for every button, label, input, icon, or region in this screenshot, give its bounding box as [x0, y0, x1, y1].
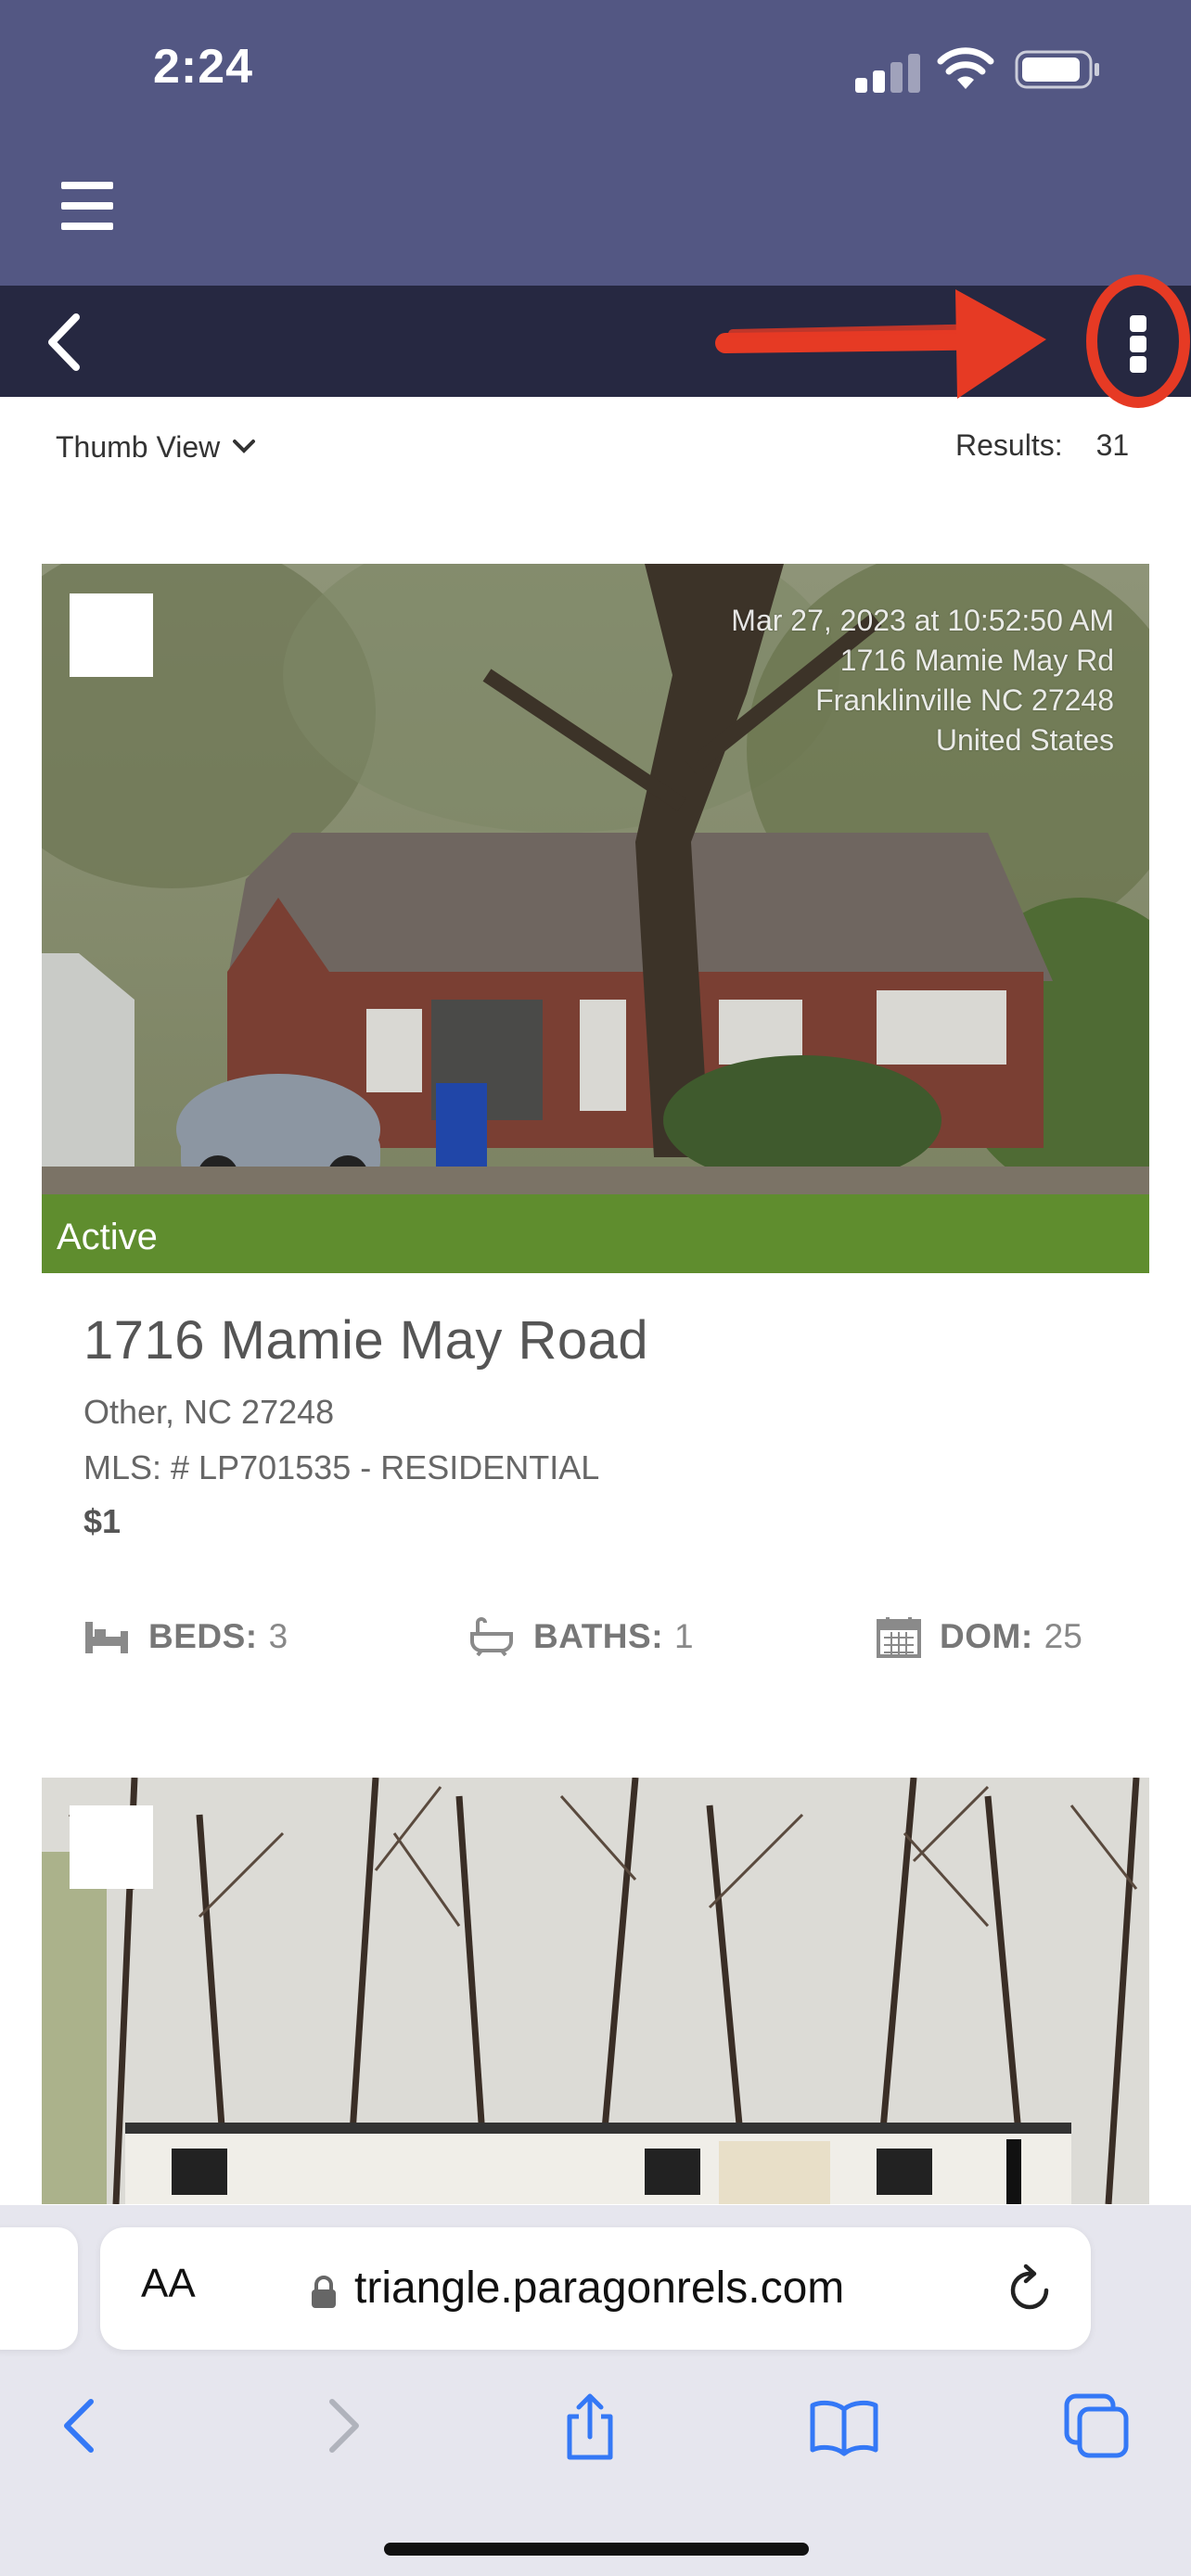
baths-value: 1	[674, 1617, 694, 1655]
mobile-home-photo-illustration	[42, 1778, 1149, 2204]
dom-stat: DOM: 25	[877, 1613, 1082, 1660]
back-arrow-icon[interactable]	[35, 310, 100, 375]
wifi-icon	[937, 47, 994, 89]
browser-back-icon[interactable]	[45, 2389, 119, 2463]
browser-toolbar: AA triangle.paragonrels.com	[0, 2205, 1191, 2576]
select-listing-checkbox[interactable]	[70, 593, 153, 677]
photo-stamp-line: Franklinville NC 27248	[815, 683, 1114, 717]
beds-value: 3	[268, 1617, 288, 1655]
listing-mls: MLS: # LP701535 - RESIDENTIAL	[83, 1448, 600, 1486]
url-text: triangle.paragonrels.com	[354, 2264, 845, 2313]
listing-price: $1	[83, 1502, 122, 1540]
view-mode-label: Thumb View	[56, 429, 221, 464]
app-header: 2:24	[0, 0, 1191, 286]
baths-label: BATHS:	[533, 1617, 664, 1655]
select-listing-checkbox[interactable]	[70, 1805, 153, 1889]
text-size-label: AA	[141, 2261, 196, 2306]
browser-forward-icon[interactable]	[304, 2389, 378, 2463]
nav-bar	[0, 286, 1191, 397]
view-mode-dropdown[interactable]: Thumb View	[56, 427, 257, 467]
address-bar[interactable]: AA triangle.paragonrels.com	[100, 2227, 1091, 2350]
baths-stat: BATHS: 1	[468, 1613, 694, 1660]
bed-icon	[85, 1622, 128, 1653]
cellular-signal-icon	[855, 50, 920, 93]
photo-stamp-line: Mar 27, 2023 at 10:52:50 AM	[731, 604, 1114, 637]
results-value: 31	[1095, 428, 1130, 462]
beds-label: BEDS:	[148, 1617, 258, 1655]
bathtub-icon	[470, 1617, 513, 1656]
results-label: Results:	[955, 428, 1063, 462]
previous-tab-peek[interactable]	[0, 2227, 78, 2350]
bookmarks-icon[interactable]	[807, 2389, 881, 2463]
photo-stamp-line: United States	[935, 723, 1114, 757]
home-indicator	[384, 2543, 809, 2556]
listing-city: Other, NC 27248	[83, 1393, 335, 1431]
photo-timestamp: Mar 27, 2023 at 10:52:50 AM 1716 Mamie M…	[731, 601, 1114, 760]
dom-label: DOM:	[940, 1617, 1033, 1655]
text-size-button[interactable]: AA	[141, 2261, 196, 2307]
listing-address[interactable]: 1716 Mamie May Road	[83, 1309, 648, 1371]
hamburger-menu-icon[interactable]	[61, 182, 126, 234]
lock-icon	[312, 2276, 336, 2308]
photo-stamp-line: 1716 Mamie May Rd	[839, 644, 1114, 677]
beds-stat: BEDS: 3	[83, 1613, 288, 1660]
reload-icon[interactable]	[1005, 2263, 1056, 2315]
battery-icon	[1015, 50, 1099, 89]
tabs-icon[interactable]	[1059, 2389, 1133, 2463]
dom-value: 25	[1044, 1617, 1082, 1655]
more-options-icon[interactable]	[1104, 304, 1172, 382]
listing-status: Active	[57, 1217, 158, 1257]
share-icon[interactable]	[553, 2389, 627, 2463]
listing-photo[interactable]: Mar 27, 2023 at 10:52:50 AM 1716 Mamie M…	[42, 564, 1149, 1273]
calendar-icon	[877, 1617, 921, 1658]
chevron-down-icon	[233, 440, 256, 453]
status-time: 2:24	[153, 40, 254, 94]
results-count: Results: 31	[955, 428, 1129, 463]
listing-photo[interactable]	[42, 1778, 1149, 2204]
